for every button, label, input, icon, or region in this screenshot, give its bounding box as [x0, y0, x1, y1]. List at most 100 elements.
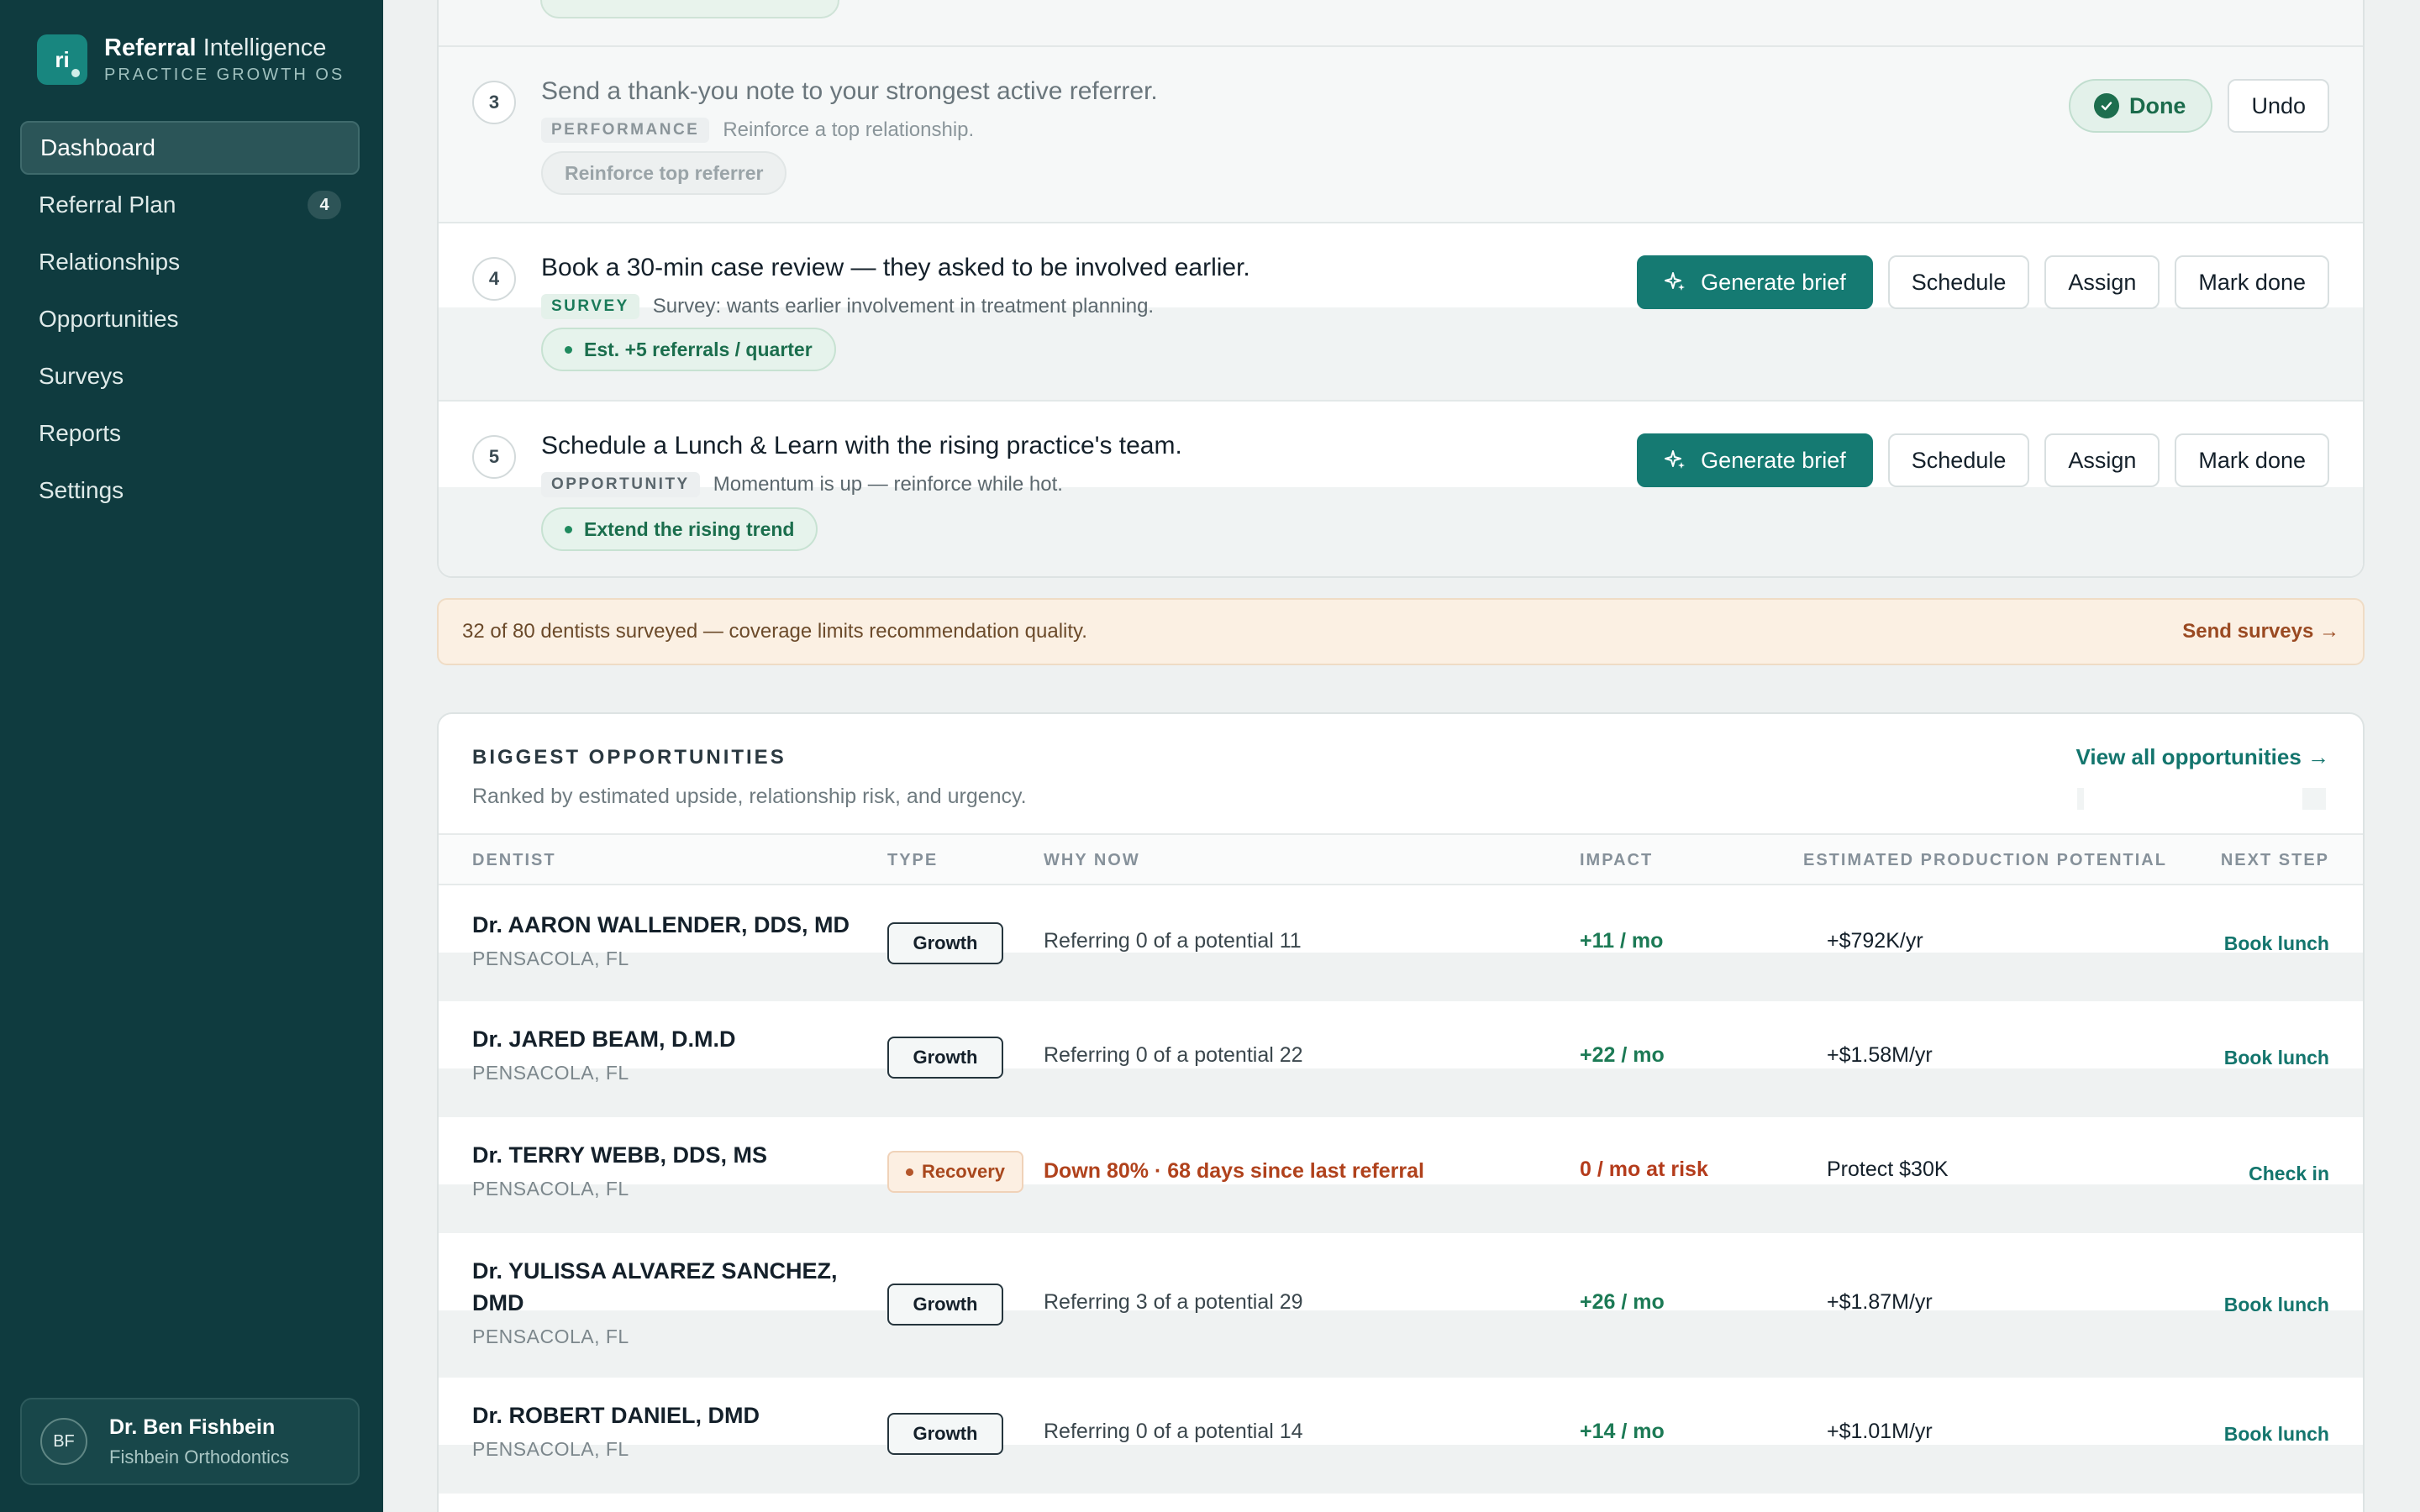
type-badge-label: Recovery: [921, 1161, 1006, 1182]
column-header: TYPE: [887, 851, 939, 869]
plan-step: 3 Send a thank-you note to your stronges…: [439, 45, 2363, 222]
row-band: [439, 1445, 2363, 1494]
production-potential: +$1.87M/yr: [1827, 1290, 1933, 1314]
book-lunch-link[interactable]: Book lunch: [2224, 1047, 2329, 1069]
done-status-button[interactable]: Done: [2068, 79, 2213, 133]
sidebar-item-label: Dashboard: [40, 134, 155, 160]
production-potential: Protect $30K: [1827, 1158, 1949, 1181]
why-now: Down 80% · 68 days since last referral: [1044, 1159, 1424, 1183]
outcome-pill: Reinforce top referrer: [541, 151, 787, 195]
row-band: [439, 1310, 2363, 1378]
table-row[interactable]: Dr. ROBERT DANIEL, DMD PENSACOLA, FL Gro…: [439, 1378, 2363, 1494]
dentist-location: PENSACOLA, FL: [472, 948, 629, 969]
step-number: 4: [472, 257, 516, 301]
brand-title-bold: Referral: [104, 34, 197, 61]
row-band: [439, 953, 2363, 1001]
avatar: BF: [40, 1418, 87, 1465]
plan-step: 4 Book a 30-min case review — they asked…: [439, 222, 2363, 400]
production-potential: +$792K/yr: [1827, 929, 1923, 953]
sidebar-item-label: Opportunities: [39, 306, 179, 332]
brand-title-light: Intelligence: [203, 34, 327, 61]
mark-done-button[interactable]: Mark done: [2175, 433, 2329, 487]
dentist-name: Dr. ROBERT DANIEL, DMD: [472, 1403, 760, 1428]
dentist-name: Dr. JARED BEAM, D.M.D: [472, 1026, 736, 1052]
table-row[interactable]: Dr. JARED BEAM, D.M.D PENSACOLA, FL Grow…: [439, 1001, 2363, 1117]
table-row[interactable]: Dr. TERRY WEBB, DDS, MS PENSACOLA, FL Re…: [439, 1117, 2363, 1233]
outcome-pill-label: Extend the rising trend: [584, 517, 795, 540]
column-header: DENTIST: [472, 851, 556, 869]
brand-logo-dot: [71, 69, 80, 77]
outcome-pill: Extend the rising trend: [541, 507, 818, 551]
assign-button[interactable]: Assign: [2044, 255, 2160, 309]
button-label: Generate brief: [1701, 269, 1846, 295]
why-now: Referring 0 of a potential 11: [1044, 929, 1302, 953]
book-lunch-link[interactable]: Book lunch: [2224, 1294, 2329, 1316]
referral-plan-card: 3 Send a thank-you note to your stronges…: [437, 0, 2365, 578]
book-lunch-link[interactable]: Book lunch: [2224, 932, 2329, 955]
row-band: [439, 1068, 2363, 1117]
sparkles-icon: [1665, 272, 1686, 291]
send-surveys-link[interactable]: Send surveys →: [2182, 620, 2339, 643]
schedule-button[interactable]: Schedule: [1887, 433, 2030, 487]
schedule-button[interactable]: Schedule: [1887, 255, 2030, 309]
type-badge: Growth: [887, 1037, 1003, 1079]
production-potential: +$1.01M/yr: [1827, 1420, 1933, 1443]
link-underlay: [2077, 788, 2326, 810]
brand-logo-text: ri: [55, 46, 70, 72]
category-tag: SURVEY: [541, 294, 639, 319]
outcome-pill-label: Reinforce top referrer: [565, 161, 764, 184]
table-header: DENTIST TYPE WHY NOW IMPACT ESTIMATED PR…: [439, 833, 2363, 885]
plan-step: 5 Schedule a Lunch & Learn with the risi…: [439, 400, 2363, 576]
sidebar-item-settings[interactable]: Settings: [20, 464, 360, 517]
user-name: Dr. Ben Fishbein: [109, 1415, 276, 1439]
assign-button[interactable]: Assign: [2044, 433, 2160, 487]
count-badge: 4: [308, 191, 341, 219]
dentist-name: Dr. YULISSA ALVAREZ SANCHEZ, DMD: [472, 1258, 838, 1315]
sidebar-item-dashboard[interactable]: Dashboard: [20, 121, 360, 175]
brand-subtitle: PRACTICE GROWTH OS: [104, 66, 345, 84]
previous-step-pill: [540, 0, 839, 18]
generate-brief-button[interactable]: Generate brief: [1637, 433, 1873, 487]
survey-coverage-banner: 32 of 80 dentists surveyed — coverage li…: [437, 598, 2365, 665]
table-row[interactable]: Dr. YULISSA ALVAREZ SANCHEZ, DMD PENSACO…: [439, 1233, 2363, 1378]
sidebar-item-opportunities[interactable]: Opportunities: [20, 292, 360, 346]
banner-text: 32 of 80 dentists surveyed — coverage li…: [462, 620, 1087, 643]
bullet-dot-icon: [905, 1168, 913, 1176]
type-badge: Growth: [887, 1413, 1003, 1455]
opportunities-card: BIGGEST OPPORTUNITIES Ranked by estimate…: [437, 712, 2365, 1512]
check-in-link[interactable]: Check in: [2249, 1163, 2329, 1185]
brand-logo-icon: ri: [37, 34, 87, 85]
step-description: Survey: wants earlier involvement in tre…: [652, 295, 1155, 318]
brand[interactable]: ri Referral Intelligence PRACTICE GROWTH…: [37, 34, 345, 86]
opportunities-header: BIGGEST OPPORTUNITIES Ranked by estimate…: [472, 746, 1027, 809]
user-org: Fishbein Orthodontics: [109, 1446, 289, 1467]
brand-text: Referral Intelligence PRACTICE GROWTH OS: [104, 34, 345, 86]
impact-value: +22 / mo: [1580, 1043, 1665, 1067]
sidebar-item-reports[interactable]: Reports: [20, 407, 360, 460]
table-row[interactable]: Dr. AARON WALLENDER, DDS, MD PENSACOLA, …: [439, 885, 2363, 1001]
mark-done-button[interactable]: Mark done: [2175, 255, 2329, 309]
user-info: Dr. Ben Fishbein Fishbein Orthodontics: [109, 1415, 289, 1468]
impact-value: 0 / mo at risk: [1580, 1158, 1708, 1181]
impact-value: +26 / mo: [1580, 1290, 1665, 1314]
sidebar-item-referral-plan[interactable]: Referral Plan 4: [20, 178, 360, 232]
step-actions: Generate brief Schedule Assign Mark done: [1637, 255, 2329, 309]
generate-brief-button[interactable]: Generate brief: [1637, 255, 1873, 309]
bullet-dot-icon: [565, 525, 572, 533]
dentist-name: Dr. AARON WALLENDER, DDS, MD: [472, 912, 850, 937]
undo-button[interactable]: Undo: [2228, 79, 2329, 133]
row-band: [439, 1184, 2363, 1233]
sidebar-item-label: Relationships: [39, 249, 181, 275]
column-header: IMPACT: [1580, 851, 1654, 869]
category-tag: OPPORTUNITY: [541, 472, 700, 497]
user-card[interactable]: BF Dr. Ben Fishbein Fishbein Orthodontic…: [20, 1398, 360, 1485]
sidebar-item-surveys[interactable]: Surveys: [20, 349, 360, 403]
sidebar-item-relationships[interactable]: Relationships: [20, 235, 360, 289]
view-all-opportunities-link[interactable]: View all opportunities →: [2076, 744, 2329, 770]
production-potential: +$1.58M/yr: [1827, 1043, 1933, 1067]
outcome-pill-label: Est. +5 referrals / quarter: [584, 338, 813, 360]
book-lunch-link[interactable]: Book lunch: [2224, 1423, 2329, 1446]
impact-value: +14 / mo: [1580, 1420, 1665, 1443]
column-header: NEXT STEP: [2220, 851, 2329, 869]
sidebar-item-label: Surveys: [39, 363, 124, 389]
